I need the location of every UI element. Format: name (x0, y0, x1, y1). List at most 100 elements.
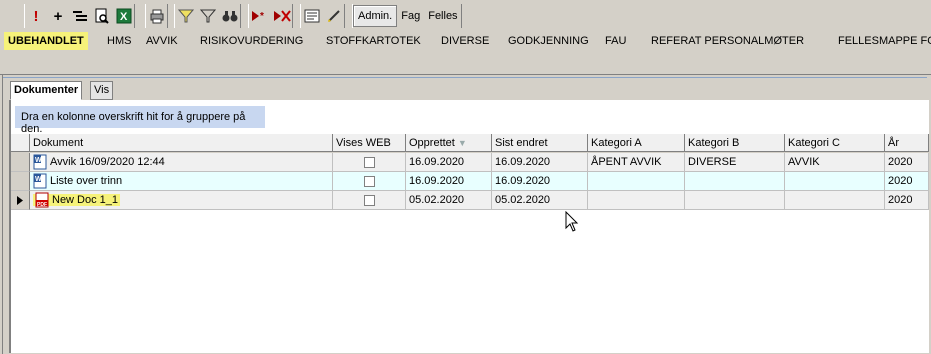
cell-kategori-c (785, 191, 885, 210)
svg-text:X: X (120, 11, 128, 23)
pdf-document-icon: PDF (35, 192, 49, 208)
remove-item-icon[interactable] (271, 5, 293, 27)
admin-mode-button[interactable]: Admin. (353, 5, 398, 27)
edit-icon[interactable] (323, 5, 345, 27)
column-header-sist-endret[interactable]: Sist endret (492, 134, 588, 152)
subtab-vis[interactable]: Vis (90, 81, 114, 100)
vises-web-checkbox[interactable] (363, 157, 375, 168)
tab-content-band (0, 52, 931, 75)
cell-ar: 2020 (885, 172, 929, 191)
row-indicator[interactable] (11, 153, 30, 172)
cell-sist-endret: 16.09.2020 (492, 153, 588, 172)
cell-sist-endret: 05.02.2020 (492, 191, 588, 210)
toolbar-group-filter (174, 4, 241, 28)
category-tab-bar: UBEHANDLET HMS AVVIK RISIKOVURDERING STO… (0, 30, 931, 52)
toolbar-group-items: * (248, 4, 293, 28)
table-row[interactable]: W Liste over trinn 16.09.2020 16.09.2020 … (11, 172, 929, 191)
column-header-kategori-a[interactable]: Kategori A (588, 134, 685, 152)
svg-text:W: W (35, 176, 42, 183)
document-name: Avvik 16/09/2020 12:44 (50, 156, 165, 168)
properties-icon[interactable] (301, 5, 323, 27)
cell-sist-endret: 16.09.2020 (492, 172, 588, 191)
cell-dokument[interactable]: W Liste over trinn (30, 172, 333, 191)
cell-kategori-b: DIVERSE (685, 153, 785, 172)
tab-fau[interactable]: FAU (601, 32, 630, 50)
cell-vises-web (333, 153, 406, 172)
tab-avvik[interactable]: AVVIK (142, 32, 182, 50)
vises-web-checkbox[interactable] (363, 195, 375, 206)
cell-kategori-b (685, 172, 785, 191)
cell-vises-web (333, 172, 406, 191)
toolbar: ! + X * Admin. Fag Felles (0, 0, 931, 30)
next-item-icon[interactable]: * (249, 5, 271, 27)
word-document-icon: W (33, 173, 47, 189)
toolbar-group-mode: Admin. Fag Felles (352, 4, 462, 28)
tab-risikovurdering[interactable]: RISIKOVURDERING (196, 32, 307, 50)
tab-hms[interactable]: HMS (103, 32, 135, 50)
row-indicator[interactable] (11, 172, 30, 191)
cell-kategori-a (588, 172, 685, 191)
cell-dokument[interactable]: PDF New Doc 1_1 (30, 191, 333, 210)
column-label-opprettet: Opprettet (409, 137, 455, 149)
cell-ar: 2020 (885, 191, 929, 210)
binoculars-icon[interactable] (219, 5, 241, 27)
group-by-panel[interactable]: Dra en kolonne overskrift hit for å grup… (15, 106, 265, 135)
excel-icon[interactable]: X (113, 5, 135, 27)
svg-text:W: W (35, 157, 42, 164)
cell-opprettet: 16.09.2020 (406, 153, 492, 172)
group-hint-text: Dra en kolonne overskrift hit for å grup… (21, 111, 246, 135)
current-row-arrow-icon (17, 196, 23, 205)
toolbar-group-main: ! + X (24, 4, 135, 28)
document-grid-area: Dra en kolonne overskrift hit for å grup… (9, 100, 929, 353)
cell-ar: 2020 (885, 153, 929, 172)
column-header-ar[interactable]: År (885, 134, 929, 152)
toolbar-group-edit (300, 4, 345, 28)
column-header-opprettet[interactable]: Opprettet ▼ (406, 134, 492, 152)
column-header-dokument[interactable]: Dokument (30, 134, 333, 152)
panel-divider (3, 77, 927, 78)
add-icon[interactable]: + (47, 5, 69, 27)
filter-check-icon[interactable] (175, 5, 197, 27)
column-header-vises-web[interactable]: Vises WEB (333, 134, 406, 152)
print-icon[interactable] (146, 5, 168, 27)
preview-icon[interactable] (91, 5, 113, 27)
cell-kategori-c (785, 172, 885, 191)
cell-dokument[interactable]: W Avvik 16/09/2020 12:44 (30, 153, 333, 172)
filter-icon[interactable] (197, 5, 219, 27)
cell-kategori-a (588, 191, 685, 210)
felles-mode-button[interactable]: Felles (424, 6, 461, 26)
cell-kategori-c: AVVIK (785, 153, 885, 172)
important-icon[interactable]: ! (25, 5, 47, 27)
table-row-selected[interactable]: PDF New Doc 1_1 05.02.2020 05.02.2020 202… (11, 191, 929, 210)
mouse-cursor-icon (565, 211, 579, 232)
svg-text:*: * (260, 11, 264, 22)
toolbar-group-print (145, 4, 168, 28)
column-header-kategori-b[interactable]: Kategori B (685, 134, 785, 152)
tab-diverse[interactable]: DIVERSE (437, 32, 493, 50)
tab-referat-personalmoter[interactable]: REFERAT PERSONALMØTER (647, 32, 808, 50)
header-indicator (11, 134, 30, 152)
document-name: New Doc 1_1 (52, 194, 119, 206)
sort-down-icon: ▼ (457, 138, 467, 148)
svg-text:PDF: PDF (37, 202, 47, 208)
row-indicator[interactable] (11, 191, 30, 210)
word-document-icon: W (33, 154, 47, 170)
cell-kategori-a: ÅPENT AVVIK (588, 153, 685, 172)
tab-godkjenning[interactable]: GODKJENNING (504, 32, 593, 50)
tab-ubehandlet[interactable]: UBEHANDLET (4, 32, 88, 50)
cell-kategori-b (685, 191, 785, 210)
subtab-dokumenter[interactable]: Dokumenter (10, 81, 83, 100)
cell-opprettet: 05.02.2020 (406, 191, 492, 210)
fag-mode-button[interactable]: Fag (397, 6, 424, 26)
vises-web-checkbox[interactable] (363, 176, 375, 187)
row-highlight: PDF New Doc 1_1 (33, 192, 121, 208)
cell-vises-web (333, 191, 406, 210)
cell-opprettet: 16.09.2020 (406, 172, 492, 191)
tab-stoffkartotek[interactable]: STOFFKARTOTEK (322, 32, 425, 50)
tab-fellesmappe[interactable]: FELLESMAPPE FO (834, 32, 931, 50)
document-name: Liste over trinn (50, 175, 123, 187)
indent-icon[interactable] (69, 5, 91, 27)
table-header: Dokument Vises WEB Opprettet ▼ Sist endr… (11, 134, 929, 153)
table-row[interactable]: W Avvik 16/09/2020 12:44 16.09.2020 16.09… (11, 153, 929, 172)
column-header-kategori-c[interactable]: Kategori C (785, 134, 885, 152)
